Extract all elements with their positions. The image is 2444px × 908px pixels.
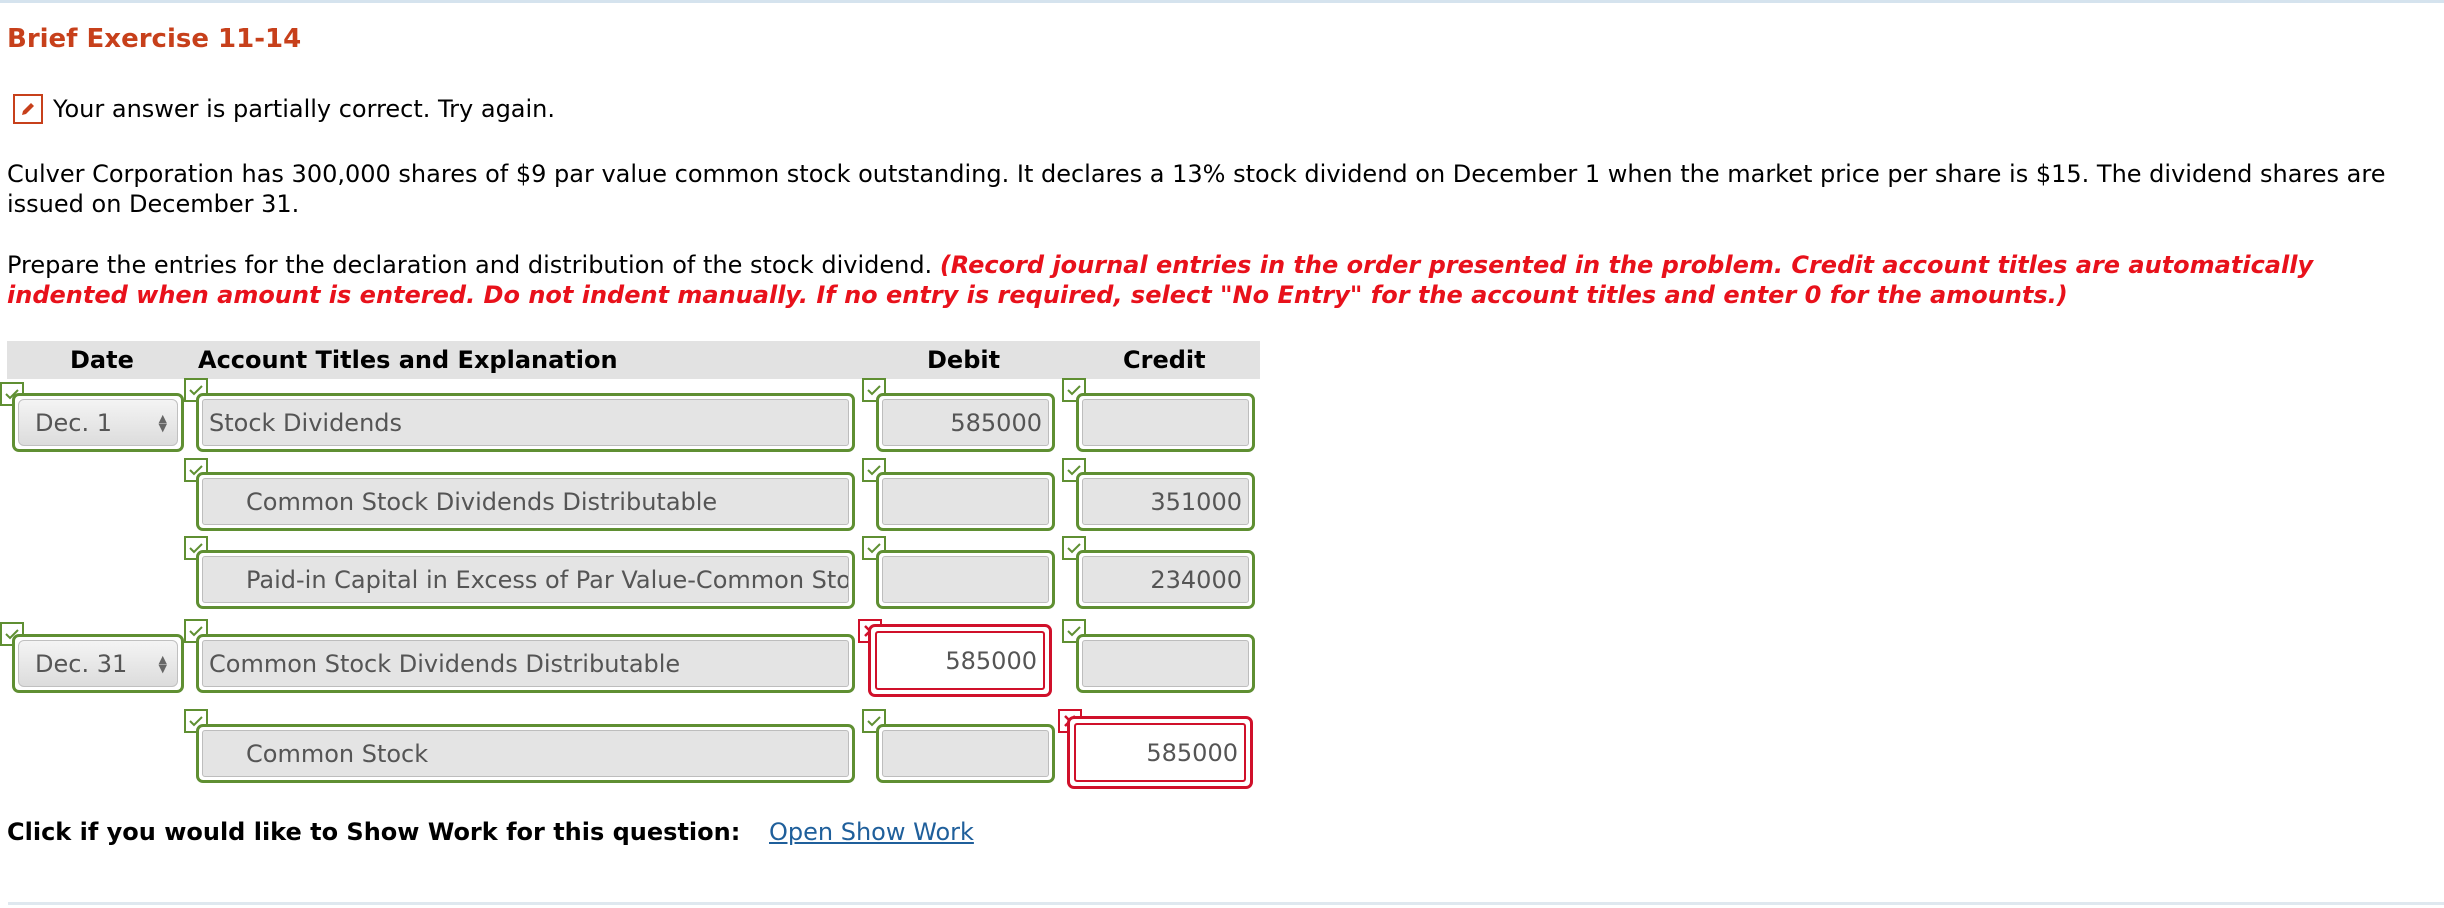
header-debit: Debit <box>927 346 1001 374</box>
debit-input[interactable] <box>882 730 1049 777</box>
bottom-divider <box>8 902 2444 905</box>
credit-input[interactable] <box>1082 399 1249 446</box>
account-field-3[interactable]: Paid-in Capital in Excess of Par Value-C… <box>196 550 855 609</box>
status-text: Your answer is partially correct. Try ag… <box>53 95 556 123</box>
instructions: Prepare the entries for the declaration … <box>7 250 2427 310</box>
select-arrows-icon: ▲ ▼ <box>158 652 167 675</box>
date-select-value[interactable]: Dec. 1 ▲ ▼ <box>18 399 178 446</box>
account-input[interactable]: Common Stock Dividends Distributable <box>202 478 849 525</box>
date-select-value[interactable]: Dec. 31 ▲ ▼ <box>18 640 178 687</box>
debit-field-5[interactable] <box>876 724 1055 783</box>
debit-input[interactable] <box>882 478 1049 525</box>
select-arrows-icon: ▲ ▼ <box>158 411 167 434</box>
header-credit: Credit <box>1123 346 1206 374</box>
account-input[interactable]: Stock Dividends <box>202 399 849 446</box>
credit-input[interactable]: 585000 <box>1074 723 1246 782</box>
credit-field-5[interactable]: 585000 <box>1067 716 1253 789</box>
show-work-label: Click if you would like to Show Work for… <box>7 818 741 846</box>
account-field-4[interactable]: Common Stock Dividends Distributable <box>196 634 855 693</box>
top-divider <box>0 0 2444 3</box>
account-input[interactable]: Paid-in Capital in Excess of Par Value-C… <box>202 556 849 603</box>
header-account: Account Titles and Explanation <box>198 346 618 374</box>
date-value: Dec. 31 <box>35 649 128 678</box>
debit-field-4[interactable]: 585000 <box>868 624 1052 697</box>
answer-status: Your answer is partially correct. Try ag… <box>13 92 555 126</box>
debit-field-3[interactable] <box>876 550 1055 609</box>
date-select-2[interactable]: Dec. 31 ▲ ▼ <box>12 634 184 693</box>
account-field-1[interactable]: Stock Dividends <box>196 393 855 452</box>
problem-text: Culver Corporation has 300,000 shares of… <box>7 160 2386 218</box>
credit-input[interactable]: 234000 <box>1082 556 1249 603</box>
credit-field-4[interactable] <box>1076 634 1255 693</box>
debit-input[interactable]: 585000 <box>875 631 1045 690</box>
debit-field-2[interactable] <box>876 472 1055 531</box>
account-field-5[interactable]: Common Stock <box>196 724 855 783</box>
debit-input[interactable]: 585000 <box>882 399 1049 446</box>
credit-input[interactable]: 351000 <box>1082 478 1249 525</box>
account-input[interactable]: Common Stock Dividends Distributable <box>202 640 849 687</box>
account-field-2[interactable]: Common Stock Dividends Distributable <box>196 472 855 531</box>
debit-input[interactable] <box>882 556 1049 603</box>
pencil-icon <box>13 94 43 124</box>
account-input[interactable]: Common Stock <box>202 730 849 777</box>
exercise-title: Brief Exercise 11-14 <box>7 24 302 54</box>
date-value: Dec. 1 <box>35 408 112 437</box>
credit-field-3[interactable]: 234000 <box>1076 550 1255 609</box>
credit-field-2[interactable]: 351000 <box>1076 472 1255 531</box>
credit-field-1[interactable] <box>1076 393 1255 452</box>
prepare-text: Prepare the entries for the declaration … <box>7 251 933 279</box>
credit-input[interactable] <box>1082 640 1249 687</box>
open-show-work-link[interactable]: Open Show Work <box>769 818 974 846</box>
date-select-1[interactable]: Dec. 1 ▲ ▼ <box>12 393 184 452</box>
debit-field-1[interactable]: 585000 <box>876 393 1055 452</box>
table-header: Date Account Titles and Explanation Debi… <box>7 341 1260 379</box>
header-date: Date <box>70 346 134 374</box>
